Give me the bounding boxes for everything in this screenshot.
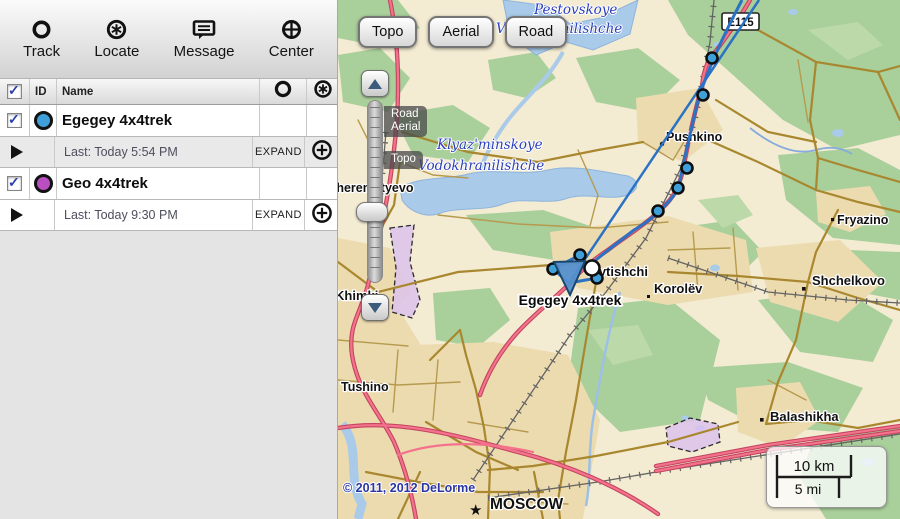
tracker-color-dot bbox=[34, 111, 53, 130]
tracker-name: Geo 4x4trek bbox=[59, 175, 148, 192]
sidebar-empty-area bbox=[0, 231, 337, 519]
map-label-fryazino: Fryazino bbox=[837, 213, 889, 227]
zoom-slider-ticks bbox=[370, 107, 380, 276]
locate-icon bbox=[105, 18, 128, 41]
waypoint-marker bbox=[575, 250, 586, 261]
tracker-table: ID Name Egegey 4x4trek Last: Today 5:54 … bbox=[0, 79, 337, 231]
tracker-row-geo[interactable]: Geo 4x4trek bbox=[0, 168, 337, 200]
map-canvas[interactable]: Pushkino Fryazino Korolëv Mytishchi Shch… bbox=[338, 0, 900, 519]
expand-button[interactable]: EXPAND bbox=[255, 146, 305, 158]
capital-star-icon: ★ bbox=[469, 502, 482, 519]
locate-button-label: Locate bbox=[94, 43, 139, 60]
track-button[interactable]: Track bbox=[23, 18, 60, 60]
expander-arrow-icon[interactable] bbox=[11, 208, 23, 222]
expand-button[interactable]: EXPAND bbox=[255, 209, 305, 221]
flyout-topo-label: Topo bbox=[391, 153, 416, 166]
map-label-shchelkovo: Shchelkovo bbox=[812, 273, 885, 288]
waypoint-marker bbox=[698, 90, 709, 101]
message-icon bbox=[191, 18, 217, 41]
center-map-icon bbox=[280, 18, 303, 41]
zoom-level-flyout-topo: Topo bbox=[384, 151, 423, 169]
map-label-balashikha: Balashikha bbox=[770, 409, 839, 424]
tracker-detail-geo: Last: Today 9:30 PM EXPAND bbox=[0, 200, 337, 231]
expander-arrow-icon[interactable] bbox=[11, 145, 23, 159]
center-button-label: Center bbox=[269, 43, 314, 60]
road-layer-button[interactable]: Road bbox=[505, 16, 568, 48]
up-arrow-icon bbox=[368, 79, 382, 89]
message-button[interactable]: Message bbox=[174, 18, 235, 60]
tracker-table-header: ID Name bbox=[0, 79, 337, 105]
map-label-klyazminskoye-2: Vodokhranilishche bbox=[418, 158, 544, 174]
locate-button[interactable]: Locate bbox=[94, 18, 139, 60]
locate-column-header[interactable] bbox=[307, 79, 338, 104]
tracker-row-egegey[interactable]: Egegey 4x4trek bbox=[0, 105, 337, 137]
tracking-app-window: Track Locate Message Center bbox=[0, 0, 900, 519]
plus-circle-icon bbox=[311, 139, 333, 166]
last-report-time: Last: Today 9:30 PM bbox=[57, 208, 178, 222]
name-column-header: Name bbox=[59, 86, 93, 98]
expand-plus-button[interactable] bbox=[305, 137, 338, 167]
track-icon bbox=[30, 18, 53, 41]
scale-mi-label: 5 mi bbox=[795, 481, 821, 497]
waypoint-marker bbox=[707, 53, 718, 64]
map-copyright: © 2011, 2012 DeLorme bbox=[343, 481, 475, 495]
tracker-color-dot bbox=[34, 174, 53, 193]
aerial-layer-button[interactable]: Aerial bbox=[428, 16, 493, 48]
topo-layer-button[interactable]: Topo bbox=[358, 16, 417, 48]
map-label-tushino: Tushino bbox=[341, 380, 389, 394]
map-scale-bar: 10 km 5 mi bbox=[766, 446, 887, 508]
last-report-marker[interactable] bbox=[585, 261, 600, 276]
down-arrow-icon bbox=[368, 303, 382, 313]
center-button[interactable]: Center bbox=[269, 18, 314, 60]
plus-circle-icon bbox=[311, 202, 333, 229]
topo-basemap: Pushkino Fryazino Korolëv Mytishchi Shch… bbox=[338, 0, 900, 519]
last-report-time: Last: Today 5:54 PM bbox=[57, 145, 178, 159]
map-layer-buttons: Topo Aerial Road bbox=[358, 16, 567, 48]
map-label-moscow: MOSCOW bbox=[490, 496, 564, 513]
track-column-header[interactable] bbox=[260, 79, 307, 104]
locate-asterisk-icon bbox=[313, 79, 333, 104]
zoom-level-flyout-road-aerial: Road Aerial bbox=[384, 106, 427, 137]
message-button-label: Message bbox=[174, 43, 235, 60]
zoom-slider-thumb[interactable] bbox=[356, 202, 388, 222]
track-name-label: Egegey 4x4trek bbox=[519, 292, 622, 308]
map-label-pushkino: Pushkino bbox=[666, 130, 723, 144]
track-button-label: Track bbox=[23, 43, 60, 60]
waypoint-marker bbox=[673, 183, 684, 194]
zoom-slider-track[interactable] bbox=[367, 100, 383, 283]
waypoint-marker bbox=[653, 206, 664, 217]
select-all-checkbox[interactable] bbox=[7, 84, 22, 99]
tracker-sidebar: Track Locate Message Center bbox=[0, 0, 338, 519]
row-checkbox[interactable] bbox=[7, 113, 22, 128]
flyout-road-label: Road bbox=[391, 108, 420, 121]
row-checkbox[interactable] bbox=[7, 176, 22, 191]
map-label-korolev: Korolëv bbox=[654, 281, 703, 296]
track-ring-icon bbox=[273, 79, 293, 104]
expand-plus-button[interactable] bbox=[305, 200, 338, 230]
map-label-klyazminskoye: Klyaz'minskoye bbox=[436, 137, 543, 153]
tracker-detail-egegey: Last: Today 5:54 PM EXPAND bbox=[0, 137, 337, 168]
zoom-in-button[interactable] bbox=[361, 70, 389, 97]
id-column-header: ID bbox=[32, 86, 47, 98]
zoom-out-button[interactable] bbox=[361, 294, 389, 321]
waypoint-marker bbox=[682, 163, 693, 174]
scale-km-label: 10 km bbox=[794, 458, 835, 475]
tracker-name: Egegey 4x4trek bbox=[59, 112, 172, 129]
toolbar: Track Locate Message Center bbox=[0, 0, 337, 79]
flyout-aerial-label: Aerial bbox=[391, 121, 420, 134]
